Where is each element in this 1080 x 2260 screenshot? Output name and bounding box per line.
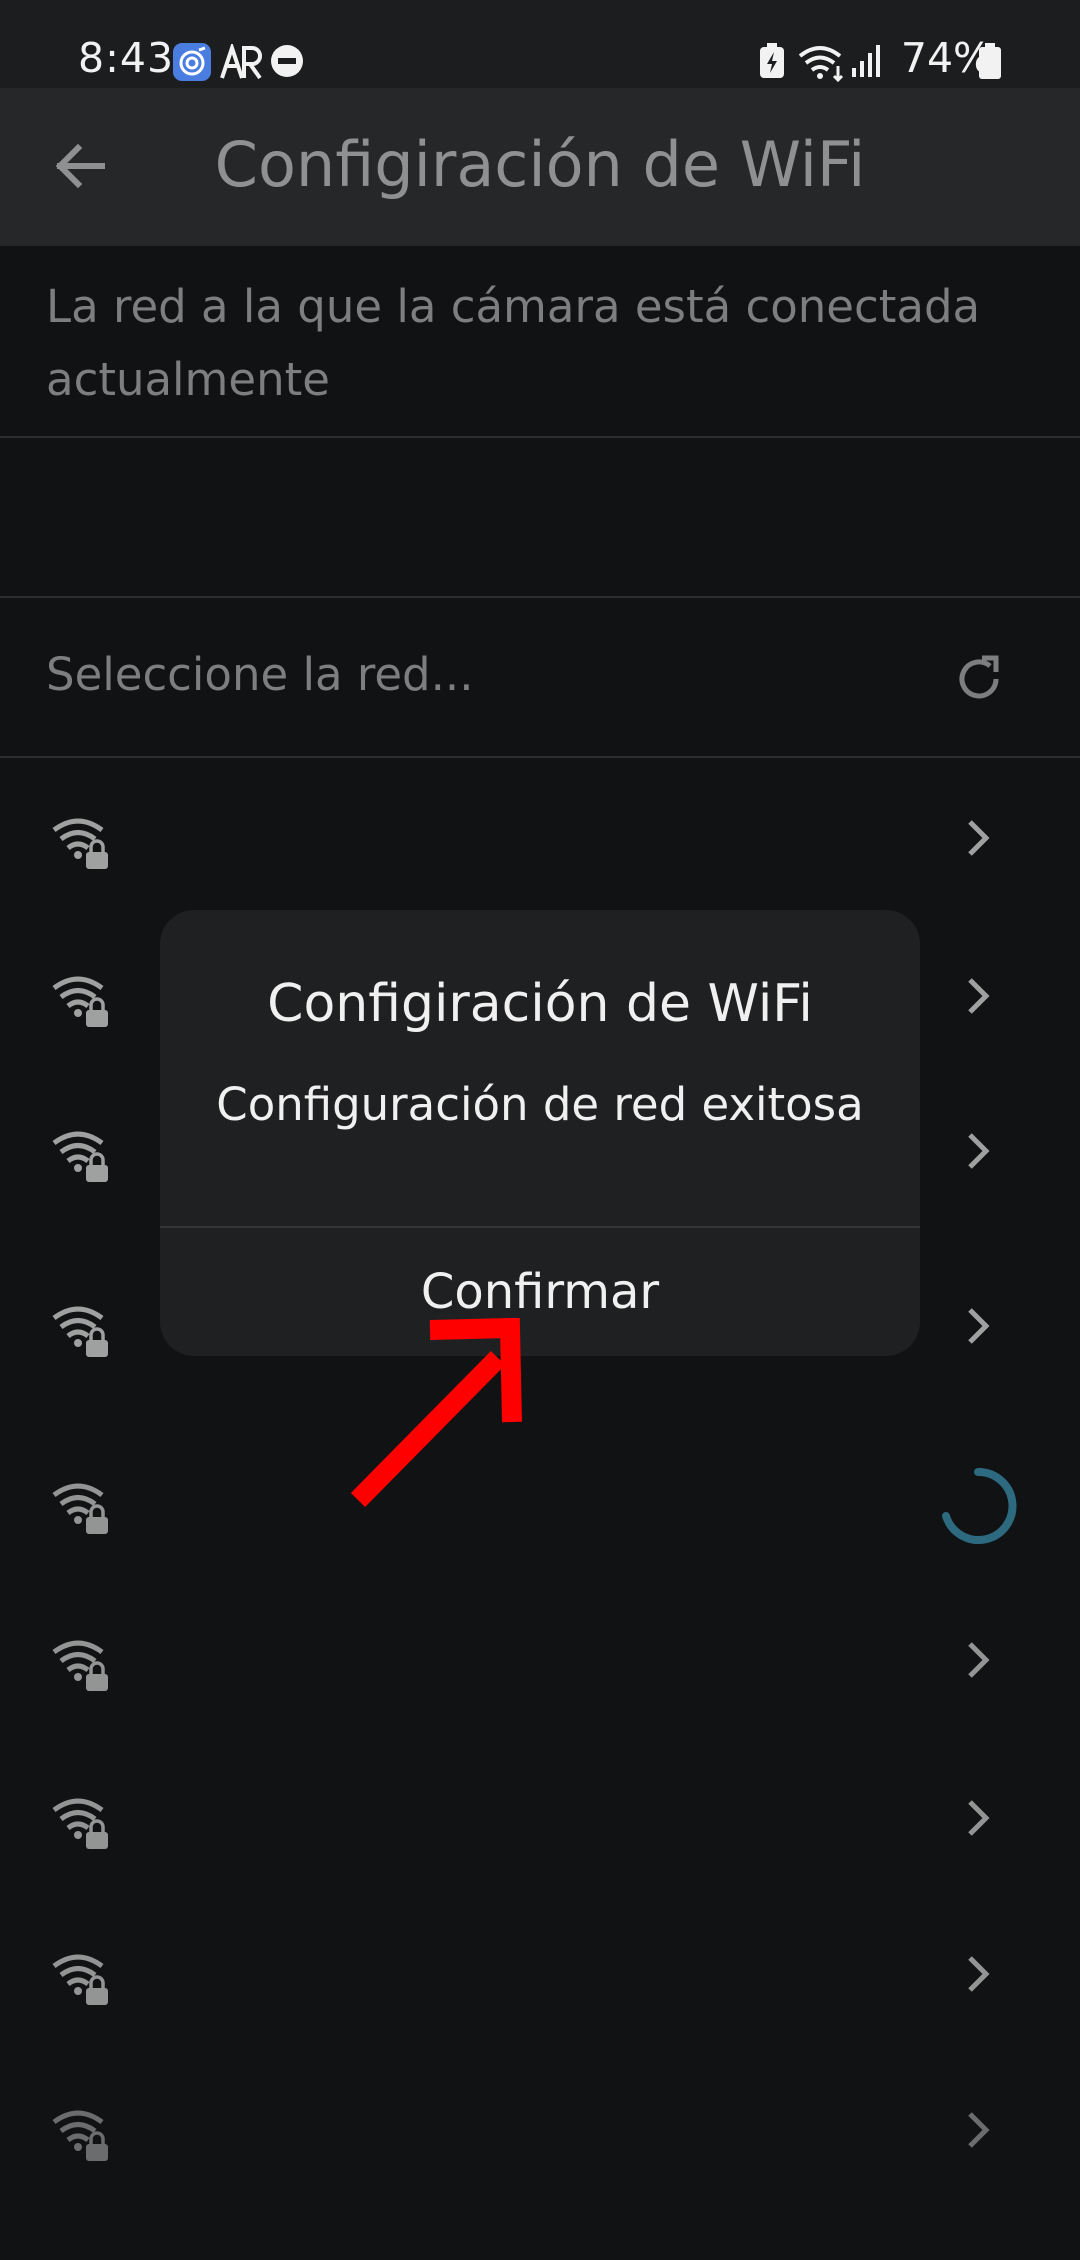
confirm-button[interactable]: Confirmar bbox=[160, 1228, 920, 1356]
chevron-right-icon bbox=[968, 820, 990, 856]
wifi-lock-icon bbox=[52, 1954, 108, 2005]
network-list-item[interactable] bbox=[0, 760, 1080, 918]
network-list-item[interactable] bbox=[0, 1740, 1080, 1898]
loading-spinner bbox=[942, 1467, 1017, 1544]
chevron-right-icon bbox=[968, 1308, 990, 1344]
wifi-lock-icon bbox=[52, 1306, 108, 1357]
network-select-label: Seleccione la red... bbox=[46, 648, 474, 701]
network-list-item[interactable] bbox=[0, 1582, 1080, 1740]
chevron-right-icon bbox=[968, 978, 990, 1014]
battery-saver-icon bbox=[760, 43, 784, 78]
current-network-row bbox=[0, 440, 1080, 598]
status-bar: 8:43 74% bbox=[0, 0, 1080, 88]
chevron-right-icon bbox=[968, 1956, 990, 1992]
app-notification-icon bbox=[173, 43, 211, 81]
chevron-right-icon bbox=[968, 1642, 990, 1678]
success-dialog: Configiración de WiFi Configuración de r… bbox=[160, 910, 920, 1356]
app-bar: Configiración de WiFi bbox=[0, 88, 1080, 246]
wifi-lock-icon bbox=[52, 818, 108, 869]
network-list-item[interactable] bbox=[0, 2052, 1080, 2210]
wifi-lock-icon bbox=[52, 1640, 108, 1691]
wifi-lock-icon bbox=[52, 2110, 108, 2161]
divider bbox=[0, 756, 1080, 758]
dialog-title: Configiración de WiFi bbox=[267, 974, 813, 1034]
network-list-item[interactable] bbox=[0, 1896, 1080, 2054]
wifi-lock-icon bbox=[52, 976, 108, 1027]
annotation-arrow-icon bbox=[350, 1318, 522, 1508]
network-select-row: Seleccione la red... bbox=[0, 600, 1080, 758]
divider bbox=[0, 596, 1080, 598]
wifi-icon bbox=[798, 46, 844, 82]
signal-icon bbox=[852, 45, 880, 77]
network-list-item[interactable] bbox=[0, 1425, 1080, 1583]
wifi-lock-icon bbox=[52, 1483, 108, 1534]
chevron-right-icon bbox=[968, 1800, 990, 1836]
wifi-lock-icon bbox=[52, 1798, 108, 1849]
ar-icon bbox=[220, 44, 262, 80]
dialog-message: Configuración de red exitosa bbox=[216, 1078, 864, 1131]
battery-icon bbox=[979, 43, 1001, 79]
page-title: Configiración de WiFi bbox=[214, 128, 866, 201]
do-not-disturb-icon bbox=[271, 45, 303, 77]
status-time: 8:43 bbox=[78, 34, 175, 82]
wifi-lock-icon bbox=[52, 1131, 108, 1182]
chevron-right-icon bbox=[968, 1133, 990, 1169]
refresh-icon[interactable] bbox=[952, 652, 1006, 706]
chevron-right-icon bbox=[968, 2112, 990, 2148]
divider bbox=[0, 436, 1080, 438]
current-network-header: La red a la que la cámara está conectada… bbox=[46, 280, 981, 406]
